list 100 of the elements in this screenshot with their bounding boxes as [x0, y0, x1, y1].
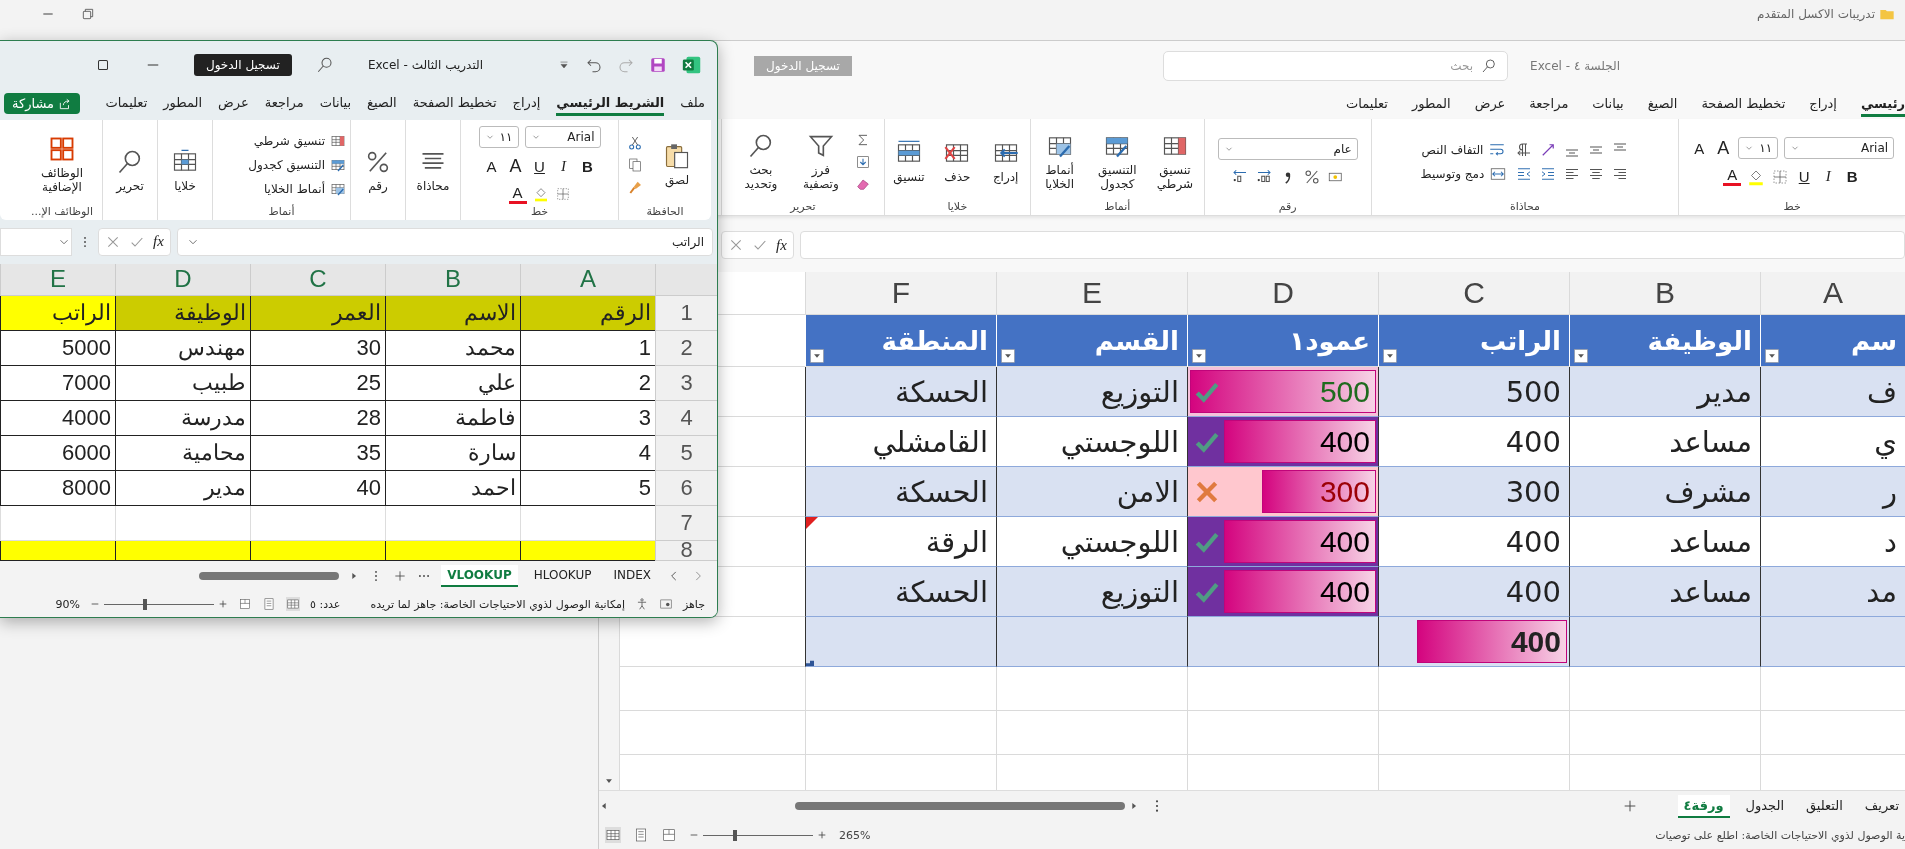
row-header[interactable]: 5	[655, 435, 717, 471]
borders-icon[interactable]	[1771, 167, 1790, 186]
row-header[interactable]: 7	[655, 505, 717, 541]
zoom-in-icon[interactable]	[218, 599, 229, 610]
plus-icon[interactable]	[393, 569, 408, 584]
paste-button[interactable]: لصق	[651, 141, 703, 188]
paint-bucket-icon[interactable]	[532, 186, 549, 203]
column-header[interactable]: A	[520, 263, 655, 296]
column-header[interactable]: D	[115, 263, 250, 296]
italic-button[interactable]: I	[1819, 168, 1838, 185]
column-header[interactable]: E	[0, 263, 115, 296]
row-header[interactable]: 1	[655, 295, 717, 331]
number-button[interactable]: رقم	[355, 148, 401, 194]
column-header[interactable]: F	[805, 272, 996, 315]
ribbon-tab[interactable]: مراجعة	[1529, 93, 1569, 117]
number-format-field[interactable]: عام	[1217, 137, 1358, 160]
ribbon-tab[interactable]: عرض	[218, 91, 249, 116]
ribbon-tab[interactable]: إدراج	[1809, 93, 1837, 117]
ribbon-button[interactable]: تنسيق شرطي	[1150, 131, 1200, 192]
column-header[interactable]: D	[1187, 272, 1378, 315]
zoom-level[interactable]: 265%	[839, 828, 871, 842]
editing-button[interactable]: تحرير	[107, 148, 153, 194]
merge-center-button[interactable]: دمج وتوسيط	[1420, 164, 1508, 183]
sheet-tab[interactable]: الجدول	[1739, 794, 1790, 818]
function-label[interactable]: fx	[776, 236, 787, 254]
sheet-tab[interactable]: HLOOKUP	[527, 565, 598, 588]
sheet-tab[interactable]: ورقة٤	[1677, 794, 1730, 818]
search-icon[interactable]	[315, 55, 334, 74]
ribbon-button[interactable]: حذف	[937, 138, 978, 185]
row-header[interactable]: 4	[655, 400, 717, 436]
cross-icon[interactable]	[728, 237, 744, 253]
font-name-field[interactable]: Arial	[1784, 137, 1895, 159]
font-size-field[interactable]: ١١	[478, 125, 519, 148]
row-header[interactable]: 6	[655, 470, 717, 506]
scissors-icon[interactable]	[627, 134, 643, 151]
borders-icon[interactable]	[554, 186, 571, 203]
column-header[interactable]: E	[996, 272, 1187, 315]
status-text[interactable]: إمكانية الوصول لذوي الاحتياجات الخاصة: جاهز لما تريده	[370, 597, 625, 611]
sheet-tab[interactable]: INDEX	[607, 565, 657, 588]
grow-font-button[interactable]: A	[1714, 137, 1733, 159]
ribbon-tab[interactable]: تخطيط الصفحة	[412, 91, 497, 116]
percent-icon[interactable]	[1302, 167, 1321, 186]
row-header[interactable]: 3	[655, 365, 717, 401]
underline-button[interactable]: U	[1795, 168, 1814, 185]
row-header[interactable]: 2	[655, 330, 717, 366]
ribbon-tab[interactable]: بيانات	[1592, 93, 1624, 117]
macro-record-icon[interactable]	[658, 597, 673, 612]
formula-field[interactable]	[799, 231, 1905, 259]
font-color-button[interactable]: A	[508, 184, 527, 204]
cells-button[interactable]: خلايا	[162, 148, 208, 194]
ribbon-button[interactable]: التنسيق كجدول	[248, 156, 346, 173]
name-box-field[interactable]	[0, 227, 72, 256]
ribbon-tab[interactable]: المطور	[163, 91, 202, 116]
sign-in-button[interactable]: تسجيل الدخول	[193, 53, 292, 76]
column-header[interactable]: C	[250, 263, 385, 296]
normal-view-icon[interactable]	[605, 827, 621, 843]
row-header[interactable]: 8	[655, 540, 717, 561]
alignment-button[interactable]: محاذاة	[410, 148, 456, 194]
column-header[interactable]: C	[1378, 272, 1569, 315]
sheet-tab[interactable]: VLOOKUP	[441, 565, 518, 588]
formula-field[interactable]: الراتب	[176, 227, 713, 256]
find-select-button[interactable]: بحث وتحديد	[734, 131, 787, 192]
ribbon-tab[interactable]: المطور	[1411, 93, 1451, 117]
function-label[interactable]: fx	[153, 233, 164, 251]
copy-icon[interactable]	[627, 156, 643, 173]
zoom-level[interactable]: 90%	[55, 597, 81, 611]
ribbon-tab[interactable]: عرض	[1474, 93, 1506, 117]
restore-icon[interactable]	[80, 6, 96, 22]
share-button[interactable]: مشاركة	[4, 93, 80, 115]
page-break-icon[interactable]	[661, 827, 677, 843]
ribbon-button[interactable]: أنماط الخلايا	[1034, 131, 1085, 192]
ribbon-tab[interactable]: ملف	[680, 91, 705, 116]
ribbon-tab[interactable]: إدراج	[512, 91, 541, 116]
bold-button[interactable]: B	[1843, 168, 1862, 185]
sheet-tab[interactable]: تعريف	[1858, 794, 1905, 818]
column-header[interactable]: A	[1760, 272, 1905, 315]
wrap-text-button[interactable]: التفاف النص	[1421, 140, 1507, 159]
normal-view-icon[interactable]	[286, 597, 301, 612]
ribbon-tab[interactable]: الشريط الرئيسي	[556, 91, 665, 116]
grow-font-button[interactable]: A	[506, 155, 525, 177]
underline-button[interactable]: U	[530, 157, 549, 175]
fill-down-icon[interactable]	[854, 153, 871, 170]
page-layout-icon[interactable]	[633, 827, 649, 843]
sheet-tab[interactable]: التعليق	[1800, 794, 1849, 818]
page-layout-icon[interactable]	[262, 597, 277, 612]
shrink-font-button[interactable]: A	[482, 157, 501, 175]
ribbon-button[interactable]: التنسيق كجدول	[1092, 131, 1143, 192]
ribbon-tab[interactable]: بيانات	[319, 91, 352, 116]
italic-button[interactable]: I	[554, 157, 573, 175]
font-color-button[interactable]: A	[1723, 167, 1742, 186]
bold-button[interactable]: B	[578, 157, 597, 175]
ribbon-button[interactable]: أنماط الخلايا	[263, 180, 346, 197]
ribbon-tab[interactable]: مراجعة	[264, 91, 304, 116]
sort-filter-button[interactable]: فرز وتصفية	[794, 131, 847, 192]
ribbon-tab[interactable]: تعليمات	[105, 91, 148, 116]
ribbon-tab[interactable]: الصيغ	[367, 91, 397, 116]
ribbon-button[interactable]: تنسيق	[888, 138, 930, 185]
ribbon-tab[interactable]: الصيغ	[1647, 93, 1678, 117]
column-header[interactable]: B	[385, 263, 520, 296]
font-name-field[interactable]: Arial	[524, 125, 601, 148]
